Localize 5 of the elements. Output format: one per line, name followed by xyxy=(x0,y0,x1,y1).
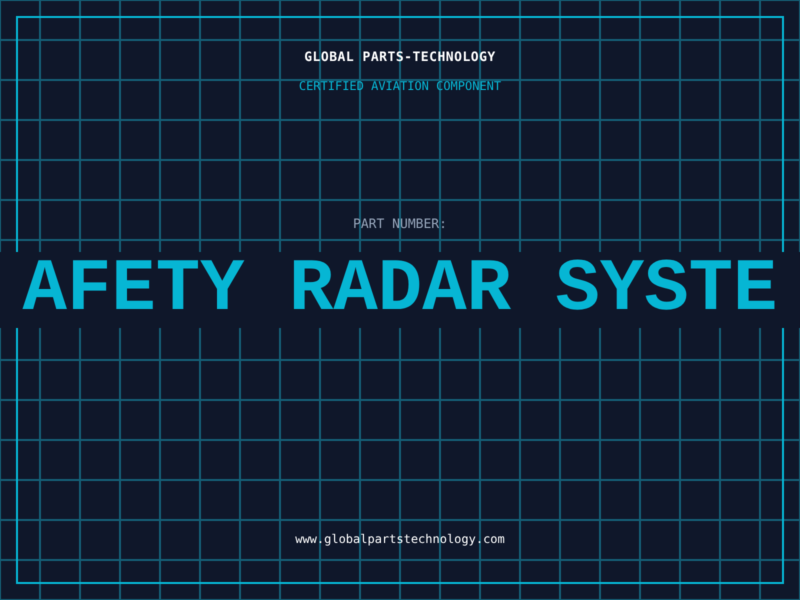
part-number-label: PART NUMBER: xyxy=(353,217,447,232)
subtitle: CERTIFIED AVIATION COMPONENT xyxy=(298,79,502,93)
part-number-value: AFETY RADAR SYSTE xyxy=(22,248,778,332)
company-name: GLOBAL PARTS-TECHNOLOGY xyxy=(304,50,496,65)
website-url: www.globalpartstechnology.com xyxy=(295,532,505,546)
